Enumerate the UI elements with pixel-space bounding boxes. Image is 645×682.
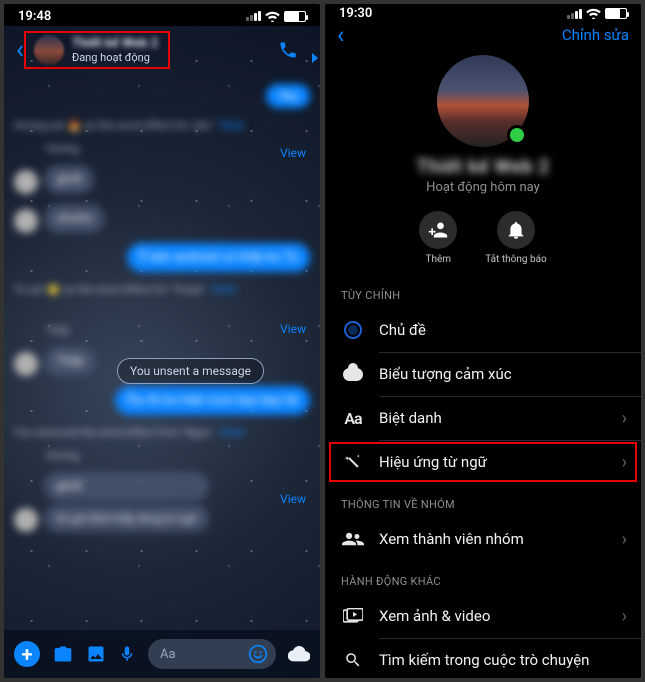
item-word-effects[interactable]: Hiệu ứng từ ngữ › — [325, 440, 641, 484]
sticker-icon[interactable] — [288, 646, 310, 662]
unsent-pill: You unsent a message — [117, 358, 264, 384]
edit-button[interactable]: Chỉnh sửa — [562, 26, 629, 44]
item-view-members[interactable]: Xem thành viên nhóm › — [325, 517, 641, 561]
text-icon: Aa — [341, 409, 365, 428]
call-icon[interactable] — [278, 40, 298, 60]
emoji-icon[interactable] — [248, 644, 268, 664]
cellular-icon — [567, 9, 582, 19]
section-other-actions: HÀNH ĐỘNG KHÁC — [325, 561, 641, 594]
avatar — [34, 35, 64, 65]
item-theme[interactable]: Chủ đề — [325, 308, 641, 352]
item-emoji[interactable]: Biểu tượng cảm xúc — [325, 352, 641, 396]
input-placeholder: Aa — [160, 647, 176, 662]
item-view-media[interactable]: Xem ảnh & video › — [325, 594, 641, 638]
view-link[interactable]: View — [280, 146, 306, 160]
wifi-icon — [265, 11, 280, 22]
chat-title: Thiết kế Web 2 — [72, 36, 158, 51]
item-nickname[interactable]: Aa Biệt danh › — [325, 396, 641, 440]
chevron-right-icon: › — [622, 408, 627, 429]
people-icon — [341, 532, 365, 546]
back-button[interactable]: ‹ — [10, 31, 30, 69]
chat-screen: 19:48 ‹ Thiết kế Web 2 Đang hoạt động — [4, 4, 320, 678]
mute-button[interactable]: Tắt thông báo — [485, 211, 546, 265]
add-person-icon — [419, 211, 457, 249]
cellular-icon — [246, 11, 261, 21]
search-icon — [341, 651, 365, 669]
view-link[interactable]: View — [280, 322, 306, 336]
section-group-info: THÔNG TIN VỀ NHÓM — [325, 484, 641, 517]
mic-icon[interactable] — [118, 643, 136, 665]
media-icon — [341, 608, 365, 624]
chat-subtitle: Đang hoạt động — [72, 51, 158, 64]
status-bar: 19:30 — [325, 4, 641, 21]
chevron-right-icon: › — [622, 529, 627, 550]
chat-header-profile[interactable]: Thiết kế Web 2 Đang hoạt động — [30, 33, 164, 67]
section-customize: TÙY CHỈNH — [325, 275, 641, 308]
bell-icon — [497, 211, 535, 249]
battery-icon — [284, 11, 306, 22]
avatar[interactable] — [437, 55, 529, 147]
view-link[interactable]: View — [280, 492, 306, 506]
battery-icon — [605, 8, 627, 19]
theme-icon — [341, 321, 365, 339]
profile-block: Thiết kế Web 2 Hoạt động hôm nay Thêm Tắ… — [325, 49, 641, 275]
wand-icon — [341, 453, 365, 471]
camera-icon[interactable] — [52, 644, 74, 664]
message-input[interactable]: Aa — [148, 639, 276, 669]
back-button[interactable]: ‹ — [337, 21, 344, 49]
cloud-icon — [341, 368, 365, 381]
status-bar: 19:48 — [4, 4, 320, 26]
settings-header: ‹ Chỉnh sửa — [325, 21, 641, 49]
composer: + Aa — [4, 630, 320, 678]
chevron-right-icon: › — [622, 606, 627, 627]
status-time: 19:48 — [18, 9, 51, 24]
gallery-icon[interactable] — [86, 644, 106, 664]
item-search-conversation[interactable]: Tìm kiếm trong cuộc trò chuyện — [325, 638, 641, 678]
group-name: Thiết kế Web 2 — [416, 155, 549, 178]
status-time: 19:30 — [339, 6, 372, 21]
add-member-button[interactable]: Thêm — [419, 211, 457, 265]
presence-dot — [507, 125, 527, 145]
chat-settings-screen: 19:30 ‹ Chỉnh sửa Thiết kế Web 2 Hoạt độ… — [325, 4, 641, 678]
wifi-icon — [586, 8, 601, 19]
activity-status: Hoạt động hôm nay — [426, 180, 540, 195]
more-actions-button[interactable]: + — [14, 641, 40, 667]
chevron-right-icon: › — [622, 452, 627, 473]
chat-header: ‹ Thiết kế Web 2 Đang hoạt động — [4, 26, 320, 74]
